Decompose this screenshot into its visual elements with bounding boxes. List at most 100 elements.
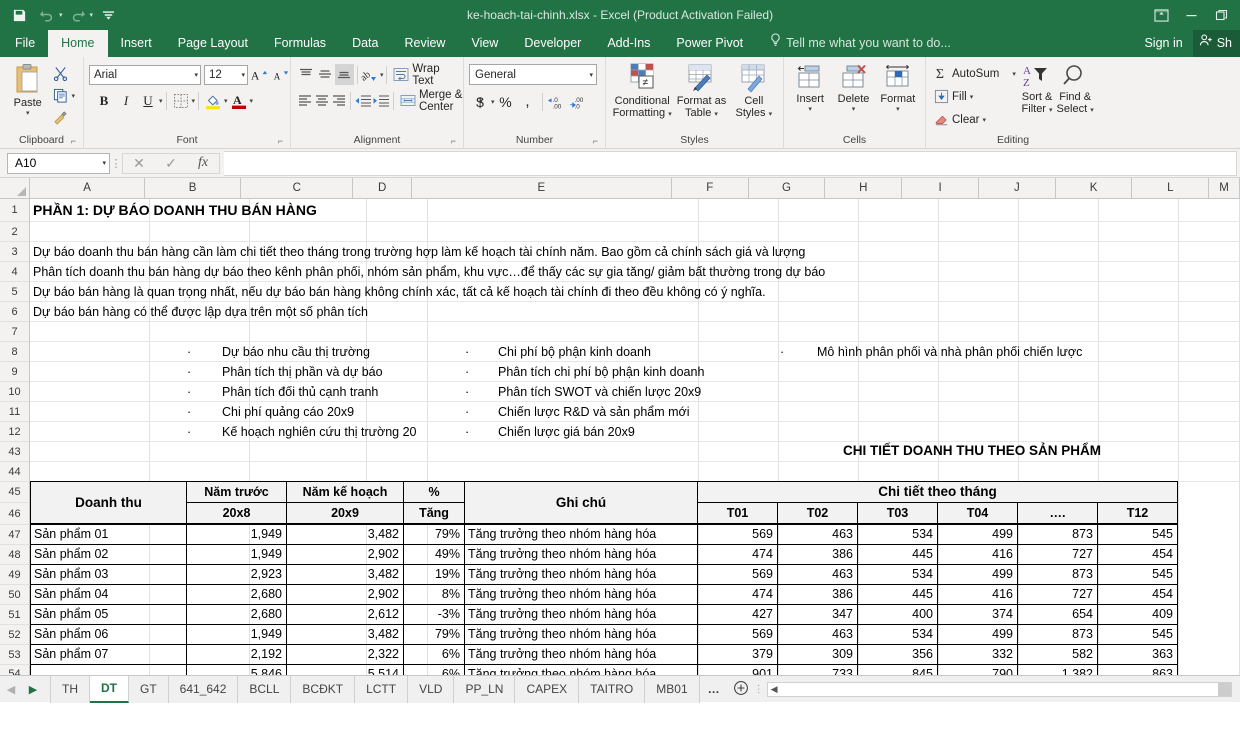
number-dialog-launcher[interactable]: ⌐ <box>593 134 598 148</box>
row-header-12[interactable]: 12 <box>0 422 30 442</box>
sheet-tab-th[interactable]: TH <box>50 675 90 703</box>
row-header-9[interactable]: 9 <box>0 362 30 382</box>
underline-button[interactable]: U <box>137 90 159 111</box>
comma-style-button[interactable]: , <box>517 91 539 112</box>
insert-function-icon[interactable]: fx <box>187 154 219 173</box>
align-left-button[interactable] <box>296 90 313 111</box>
column-header-f[interactable]: F <box>671 178 749 199</box>
orientation-button[interactable]: ab <box>361 64 380 85</box>
ribbon-tab-power-pivot[interactable]: Power Pivot <box>663 30 756 57</box>
decrease-indent-button[interactable] <box>354 90 372 111</box>
copy-dropdown-icon[interactable]: ▾ <box>71 92 75 100</box>
sign-in-button[interactable]: Sign in <box>1134 30 1192 57</box>
column-header-m[interactable]: M <box>1209 178 1240 199</box>
column-header-c[interactable]: C <box>241 178 354 199</box>
column-header-h[interactable]: H <box>825 178 903 199</box>
font-name-dropdown-icon[interactable]: ▾ <box>194 71 198 79</box>
ribbon-tab-page-layout[interactable]: Page Layout <box>165 30 261 57</box>
bold-button[interactable]: B <box>93 90 115 111</box>
share-button[interactable]: Sh <box>1192 30 1240 57</box>
sheet-tab-lctt[interactable]: LCTT <box>355 675 409 703</box>
align-bottom-button[interactable] <box>334 64 354 85</box>
row-header-44[interactable]: 44 <box>0 462 30 482</box>
column-header-a[interactable]: A <box>30 178 146 199</box>
ribbon-tab-insert[interactable]: Insert <box>108 30 165 57</box>
number-format-combo[interactable]: General ▾ <box>469 64 597 85</box>
cell-styles-button[interactable]: Cell Styles ▾ <box>730 60 778 121</box>
fill-button[interactable]: Fill ▾ <box>931 86 1019 107</box>
row-header-52[interactable]: 52 <box>0 625 30 645</box>
grow-font-button[interactable]: A <box>248 64 270 85</box>
more-sheets-icon[interactable]: … <box>700 676 729 703</box>
scroll-left-icon[interactable]: ◀ <box>768 684 781 695</box>
font-color-button[interactable]: A <box>228 90 250 111</box>
column-header-e[interactable]: E <box>411 178 672 199</box>
name-box-dropdown-icon[interactable]: ▾ <box>102 159 106 167</box>
delete-cells-button[interactable]: Delete ▾ <box>831 60 875 113</box>
align-center-button[interactable] <box>313 90 330 111</box>
borders-button[interactable] <box>170 90 192 111</box>
fill-dropdown-icon[interactable]: ▾ <box>970 93 974 101</box>
ribbon-tab-add-ins[interactable]: Add-Ins <box>594 30 663 57</box>
align-middle-button[interactable] <box>315 64 334 85</box>
row-header-49[interactable]: 49 <box>0 565 30 585</box>
column-header-i[interactable]: I <box>902 178 979 199</box>
row-header-4[interactable]: 4 <box>0 262 30 282</box>
cancel-icon[interactable]: ✕ <box>123 154 155 173</box>
column-header-d[interactable]: D <box>353 178 412 199</box>
sheet-tab-641-642[interactable]: 641_642 <box>168 675 239 703</box>
enter-icon[interactable]: ✓ <box>155 154 187 173</box>
sheet-tab-bcll[interactable]: BCLL <box>238 675 292 703</box>
prev-sheet-icon[interactable]: ◀ <box>0 683 22 696</box>
scroll-right-region[interactable] <box>1218 682 1231 696</box>
autosum-button[interactable]: Σ AutoSum ▾ <box>931 63 1019 84</box>
fill-color-button[interactable] <box>202 90 224 111</box>
insert-cells-button[interactable]: Insert ▾ <box>789 60 831 113</box>
align-top-button[interactable] <box>296 64 315 85</box>
delete-cells-dropdown-icon[interactable]: ▾ <box>852 105 856 113</box>
format-painter-button[interactable] <box>50 107 78 128</box>
column-header-l[interactable]: L <box>1132 178 1210 199</box>
column-header-b[interactable]: B <box>145 178 242 199</box>
sheet-tab-taitro[interactable]: TAITRO <box>579 675 646 703</box>
restore-icon[interactable] <box>1206 2 1236 28</box>
minimize-icon[interactable] <box>1176 2 1206 28</box>
row-header-46[interactable]: 46 <box>0 503 30 525</box>
ribbon-tab-formulas[interactable]: Formulas <box>261 30 339 57</box>
italic-button[interactable]: I <box>115 90 137 111</box>
increase-indent-button[interactable] <box>372 90 390 111</box>
sheet-tab-mb01[interactable]: MB01 <box>645 675 700 703</box>
row-header-11[interactable]: 11 <box>0 402 30 422</box>
paste-button[interactable]: Paste ▾ <box>5 60 50 117</box>
ribbon-tab-file[interactable]: File <box>2 30 48 57</box>
ribbon-display-options-icon[interactable] <box>1146 2 1176 28</box>
font-size-dropdown-icon[interactable]: ▾ <box>241 71 245 79</box>
row-header-53[interactable]: 53 <box>0 645 30 665</box>
font-dialog-launcher[interactable]: ⌐ <box>278 134 283 148</box>
sort-filter-button[interactable]: A Z Sort & Filter ▾ <box>1019 60 1055 117</box>
wrap-text-button[interactable]: Wrap Text <box>390 63 458 87</box>
tab-split-handle[interactable]: ⋮ <box>753 684 765 695</box>
ribbon-tab-view[interactable]: View <box>458 30 511 57</box>
sheet-tab-dt[interactable]: DT <box>90 675 129 703</box>
row-header-45[interactable]: 45 <box>0 482 30 503</box>
sheet-tab-vld[interactable]: VLD <box>408 675 455 703</box>
row-header-47[interactable]: 47 <box>0 525 30 545</box>
ribbon-tab-review[interactable]: Review <box>391 30 458 57</box>
insert-cells-dropdown-icon[interactable]: ▾ <box>808 105 812 113</box>
column-header-k[interactable]: K <box>1055 178 1133 199</box>
font-name-combo[interactable]: Arial ▾ <box>89 64 201 85</box>
select-all-corner[interactable] <box>0 178 30 199</box>
orientation-dropdown-icon[interactable]: ▾ <box>380 71 384 79</box>
column-header-g[interactable]: G <box>748 178 826 199</box>
row-header-50[interactable]: 50 <box>0 585 30 605</box>
row-header-10[interactable]: 10 <box>0 382 30 402</box>
decrease-decimal-button[interactable]: .0.00 <box>546 91 568 112</box>
autosum-dropdown-icon[interactable]: ▾ <box>1012 70 1016 78</box>
clear-dropdown-icon[interactable]: ▾ <box>982 116 986 124</box>
row-header-1[interactable]: 1 <box>0 199 30 222</box>
increase-decimal-button[interactable]: .00.0 <box>568 91 590 112</box>
row-header-51[interactable]: 51 <box>0 605 30 625</box>
row-header-6[interactable]: 6 <box>0 302 30 322</box>
scroll-track[interactable] <box>780 682 1218 696</box>
